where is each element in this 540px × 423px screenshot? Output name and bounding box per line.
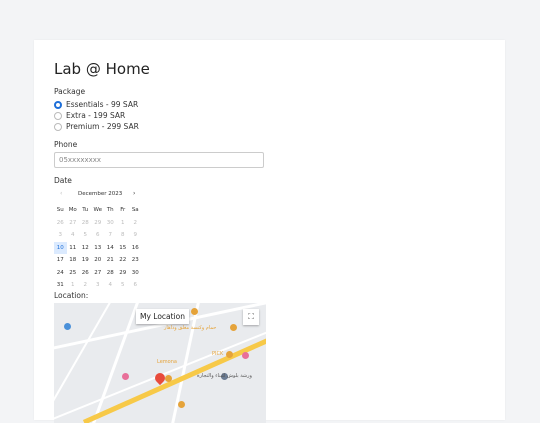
calendar-day[interactable]: 16 [129,242,142,255]
calendar-day: 8 [121,232,125,238]
calendar-day[interactable]: 25 [67,267,80,280]
calendar-day: 27 [69,219,77,226]
map-label: Lemona [157,359,177,365]
calendar-day: 26 [56,219,64,226]
form-card: Lab @ Home Package Essentials - 99 SAR E… [34,40,505,423]
map[interactable]: حمام وكنسة مغلق وداهار PICK Lemona ورشة … [54,303,266,423]
map-poi-icon[interactable] [64,323,71,330]
date-label: Date [54,176,72,185]
calendar-day[interactable]: 20 [92,254,105,267]
calendar-day: 6 [96,232,100,238]
calendar-day: 1 [121,219,125,226]
map-poi-icon[interactable] [165,375,172,382]
package-option-label: Extra - 199 SAR [66,111,126,120]
map-poi-icon[interactable] [191,308,198,315]
calendar-day[interactable]: 24 [54,267,67,280]
calendar-day[interactable]: 15 [117,242,130,255]
calendar-day[interactable]: 19 [79,254,92,267]
calendar-day: 9 [133,232,138,238]
map-label: ورشة بلوش للبناء والتجارة [197,373,252,379]
calendar-weekday: Tu [82,207,89,213]
my-location-button[interactable]: My Location [136,309,190,324]
package-option-premium[interactable]: Premium - 299 SAR [54,122,139,131]
calendar-day[interactable]: 26 [79,267,92,280]
calendar-day[interactable]: 11 [67,242,80,255]
calendar-day[interactable]: 31 [54,279,67,292]
calendar-day: 4 [71,232,75,238]
calendar-weekday: Th [106,207,114,213]
package-option-label: Essentials - 99 SAR [66,100,139,109]
calendar-day: 2 [83,282,88,288]
calendar-day: 29 [94,219,102,226]
map-poi-icon[interactable] [230,324,237,331]
radio-selected-icon[interactable] [54,100,62,109]
calendar-weekday: Fr [120,207,126,213]
calendar-day: 30 [106,219,114,226]
package-label: Package [54,87,86,96]
calendar-day[interactable]: 30 [129,267,142,280]
calendar-day[interactable]: 27 [92,267,105,280]
calendar-day: 1 [71,282,75,288]
phone-label: Phone [54,140,78,149]
package-option-extra[interactable]: Extra - 199 SAR [54,111,125,120]
radio-icon[interactable] [54,122,62,131]
calendar-day[interactable]: 17 [54,254,67,267]
calendar-day: 3 [96,282,100,288]
calendar-day[interactable]: 14 [104,242,117,255]
calendar-day: 6 [133,282,138,288]
calendar-day: 28 [81,219,89,226]
phone-input[interactable]: 05xxxxxxxx [54,152,264,168]
calendar-weekday: Mo [68,207,77,213]
calendar-day: 3 [58,232,63,238]
calendar-day[interactable]: 21 [104,254,117,267]
map-poi-icon[interactable] [242,352,249,359]
calendar-day[interactable]: 28 [104,267,117,280]
calendar-weekday: Sa [131,207,139,213]
calendar-month: December 2023 [78,191,123,197]
fullscreen-icon[interactable]: ⛶ [243,309,259,325]
calendar-day: 5 [121,282,125,288]
calendar-day[interactable]: 10 [54,241,67,254]
map-poi-icon[interactable] [122,373,129,380]
prev-month-button[interactable]: ‹ [60,190,62,197]
calendar-day[interactable]: 29 [117,267,130,280]
location-label: Location: [54,291,89,300]
calendar-header: ‹ December 2023 › [54,190,144,200]
page-title: Lab @ Home [54,60,150,78]
calendar-day[interactable]: 23 [129,254,142,267]
map-label: حمام وكنسة مغلق وداهار [164,325,217,331]
calendar-day: 4 [108,282,113,288]
calendar-day[interactable]: 22 [117,254,130,267]
calendar-day[interactable]: 18 [67,254,80,267]
calendar-day: 7 [108,232,113,238]
calendar-weekday: We [93,207,103,213]
map-label: PICK [212,351,224,357]
calendar-weekday: Su [56,207,64,213]
radio-icon[interactable] [54,111,62,120]
calendar-day[interactable]: 12 [79,242,92,255]
map-poi-icon[interactable] [226,351,233,358]
calendar-day: 2 [133,219,138,226]
calendar-day: 5 [83,232,88,238]
next-month-button[interactable]: › [133,190,135,197]
calendar-day[interactable]: 13 [92,242,105,255]
package-option-essentials[interactable]: Essentials - 99 SAR [54,100,138,109]
package-option-label: Premium - 299 SAR [66,122,139,131]
